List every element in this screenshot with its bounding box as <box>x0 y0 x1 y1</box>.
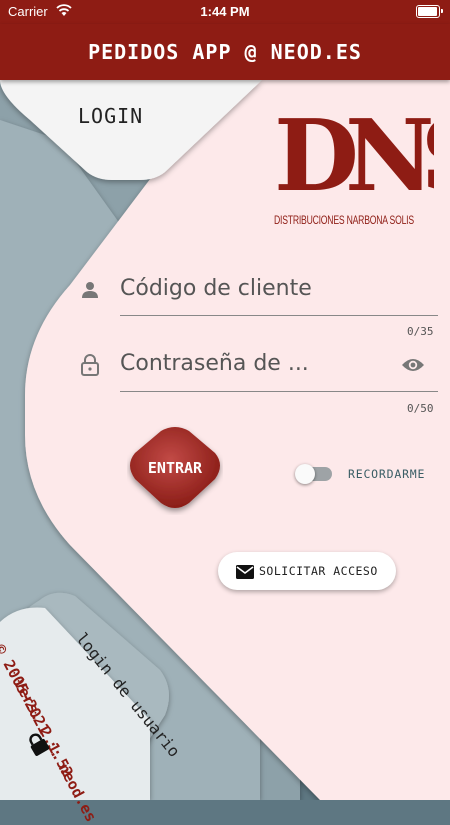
entrar-label: ENTRAR <box>147 459 203 477</box>
client-code-underline <box>120 315 438 316</box>
request-access-label: SOLICITAR ACCESO <box>259 564 378 578</box>
request-access-button[interactable]: SOLICITAR ACCESO <box>218 552 396 590</box>
status-bar: Carrier 1:44 PM <box>0 0 450 24</box>
company-logo: DNS DISTRIBUCIONES NARBONA SOLIS <box>274 99 450 232</box>
client-code-counter: 0/35 <box>407 325 434 338</box>
password-counter: 0/50 <box>407 402 434 415</box>
logo-subtitle: DISTRIBUCIONES NARBONA SOLIS <box>274 213 414 227</box>
lock-icon <box>81 354 99 380</box>
password-input[interactable]: Contraseña de ... <box>120 351 309 376</box>
login-tab: LOGIN <box>78 104 144 128</box>
remember-toggle[interactable] <box>295 463 333 485</box>
remember-label: RECORDARME <box>348 467 426 481</box>
password-underline <box>120 391 438 392</box>
mail-icon <box>236 564 254 583</box>
eye-icon[interactable] <box>401 356 425 378</box>
battery-icon <box>416 5 440 18</box>
person-icon <box>80 280 100 304</box>
status-time: 1:44 PM <box>200 4 250 19</box>
lock-icon <box>26 732 50 760</box>
app-title: PEDIDOS APP @ NEOD.ES <box>0 24 450 80</box>
entrar-button[interactable]: ENTRAR <box>127 425 223 515</box>
client-code-input[interactable]: Código de cliente <box>120 276 312 301</box>
svg-text:DNS: DNS <box>274 112 434 212</box>
